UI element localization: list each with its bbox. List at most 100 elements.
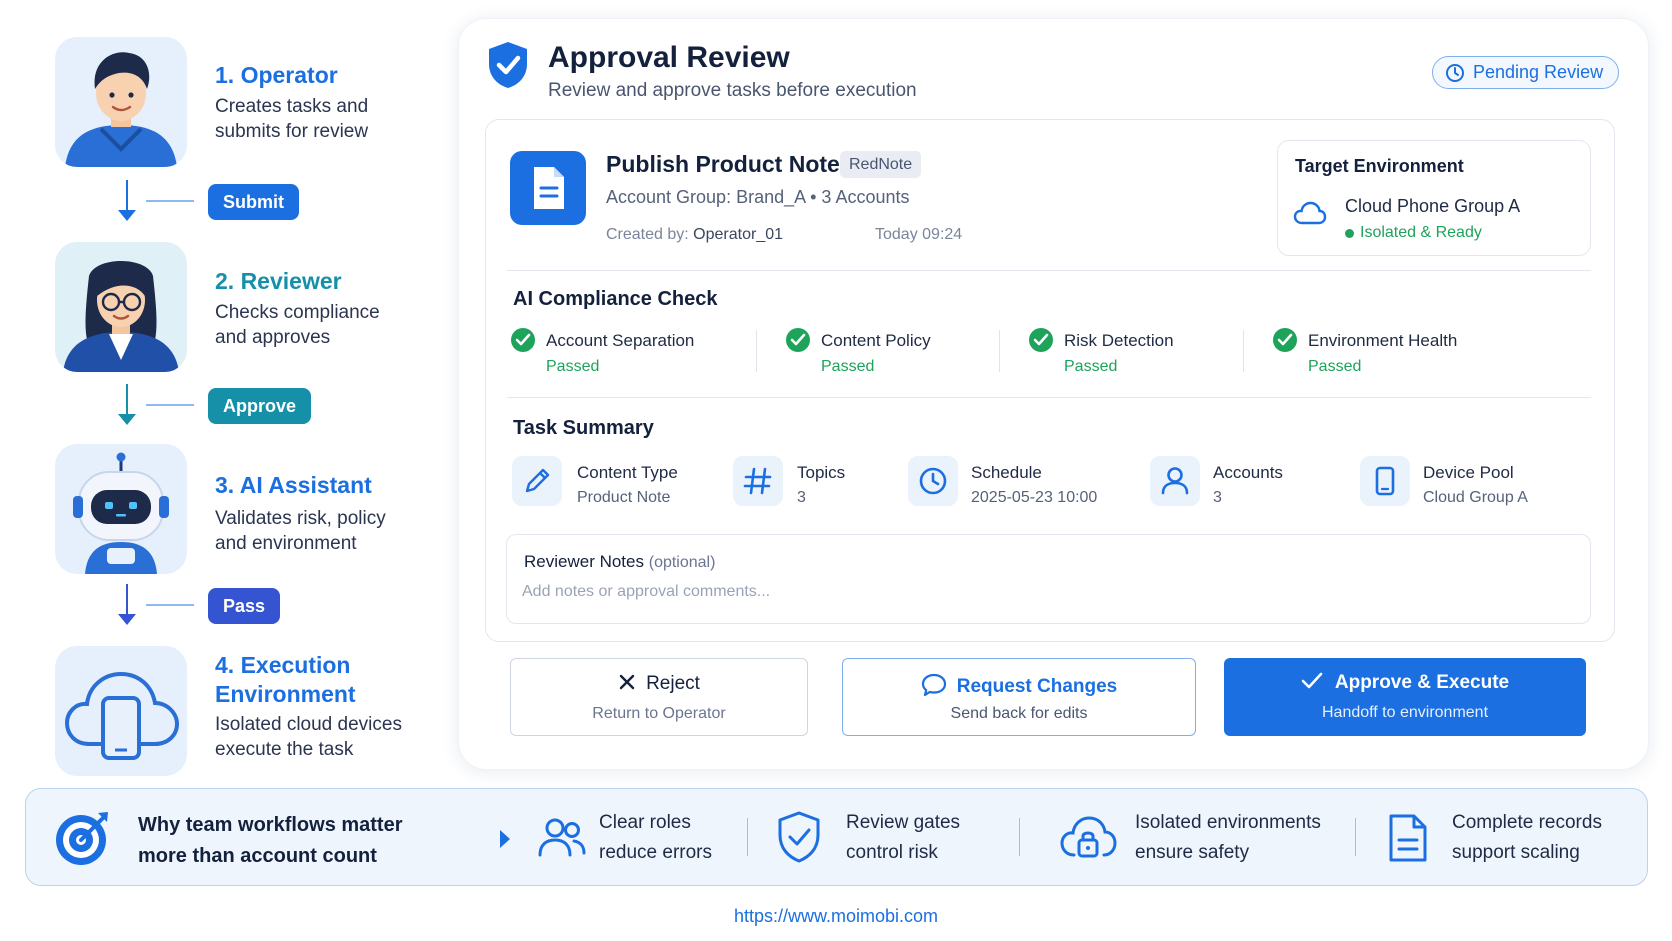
check-circle-icon <box>511 328 535 352</box>
check-risk-detection-status: Passed <box>1064 358 1118 375</box>
user-icon <box>1150 456 1200 506</box>
created-by-value: Operator_01 <box>693 226 784 243</box>
request-changes-button[interactable]: Request Changes Send back for edits <box>842 658 1196 736</box>
checkmark-icon <box>1301 672 1323 689</box>
summary-content-type-label: Content Type <box>577 463 678 482</box>
cloud-icon <box>1293 201 1327 225</box>
step-2-desc-line1: Checks compliance <box>215 302 380 323</box>
banner-title-line1: Why team workflows matter <box>138 814 403 836</box>
step-1-desc-line1: Creates tasks and <box>215 96 369 117</box>
divider <box>507 397 1591 398</box>
submit-pill: Submit <box>208 184 299 220</box>
chat-bubble-icon <box>921 673 946 697</box>
reviewer-notes-label-text: Reviewer Notes <box>524 552 644 571</box>
summary-content-type-value: Product Note <box>577 489 671 506</box>
check-environment-health-status: Passed <box>1308 358 1362 375</box>
summary-schedule-label: Schedule <box>971 463 1042 482</box>
divider <box>1355 818 1356 856</box>
divider <box>999 330 1000 372</box>
summary-accounts-value: 3 <box>1213 489 1222 506</box>
people-icon <box>538 818 586 857</box>
step-4-title-line1: 4. Execution <box>215 652 351 678</box>
compliance-heading: AI Compliance Check <box>513 288 718 310</box>
step-4-desc-line2: execute the task <box>215 739 354 760</box>
task-created: Created by: Operator_01 <box>606 226 783 244</box>
divider <box>1019 818 1020 856</box>
flow-arrow-2 <box>126 384 128 416</box>
pass-pill: Pass <box>208 588 281 624</box>
divider <box>747 818 748 856</box>
execution-environment-tile <box>55 646 187 776</box>
check-risk-detection: Risk Detection <box>1064 331 1174 350</box>
flow-arrow-1 <box>126 180 128 212</box>
banner-point-1-line2: reduce errors <box>599 842 712 863</box>
request-changes-button-subtext: Send back for edits <box>950 705 1088 722</box>
target-icon <box>56 812 108 865</box>
flow-connector <box>146 404 194 406</box>
created-label: Created by: <box>606 226 689 243</box>
banner-point-3-line2: ensure safety <box>1135 842 1250 863</box>
approve-execute-button-label: Approve & Execute <box>1224 672 1586 694</box>
reject-button-label: Reject <box>511 673 807 695</box>
banner-point-3-line1: Isolated environments <box>1135 812 1321 833</box>
shield-check-icon <box>489 42 527 88</box>
reviewer-avatar <box>55 242 187 372</box>
chevron-right-icon <box>500 830 510 848</box>
ai-assistant-avatar <box>55 444 187 574</box>
flow-connector <box>146 604 194 606</box>
banner-point-isolated-environments: Isolated environments ensure safety <box>1135 808 1321 868</box>
divider <box>507 270 1591 271</box>
reviewer-notes-input[interactable] <box>522 578 1572 606</box>
footer-website-link[interactable]: https://www.moimobi.com <box>0 906 1672 927</box>
approve-execute-button-subtext: Handoff to environment <box>1321 704 1489 721</box>
hash-icon <box>733 456 783 506</box>
arrow-down-icon <box>118 414 136 425</box>
step-2-title: 2. Reviewer <box>215 268 342 294</box>
cloud-lock-icon <box>1060 816 1117 858</box>
target-environment-heading: Target Environment <box>1295 156 1464 176</box>
summary-device-pool-label: Device Pool <box>1423 463 1514 482</box>
step-4-title: 4. Execution Environment <box>215 651 356 709</box>
flow-arrow-3 <box>126 584 128 616</box>
check-circle-icon <box>786 328 810 352</box>
arrow-down-icon <box>118 210 136 221</box>
step-2-desc-line2: and approves <box>215 327 331 348</box>
flow-connector <box>146 200 194 202</box>
summary-topics-value: 3 <box>797 489 806 506</box>
request-changes-label-text: Request Changes <box>956 676 1118 697</box>
check-content-policy: Content Policy <box>821 331 931 350</box>
divider <box>1243 330 1244 372</box>
approve-execute-label-text: Approve & Execute <box>1334 672 1510 693</box>
task-meta: Account Group: Brand_A • 3 Accounts <box>606 187 910 207</box>
check-account-separation: Account Separation <box>546 331 695 350</box>
banner-point-complete-records: Complete records support scaling <box>1452 808 1602 868</box>
reviewer-notes-optional: (optional) <box>648 554 716 571</box>
target-environment-status: Isolated & Ready <box>1345 224 1482 242</box>
step-4-title-line2: Environment <box>215 681 356 707</box>
reject-button[interactable]: Reject Return to Operator <box>510 658 808 736</box>
platform-tag: RedNote <box>840 151 922 178</box>
summary-topics-label: Topics <box>797 463 846 482</box>
clock-icon <box>1446 64 1464 82</box>
close-icon <box>619 674 635 690</box>
step-3-description: Validates risk, policy and environment <box>215 506 435 556</box>
approve-pill: Approve <box>208 388 312 424</box>
banner-point-2-line2: control risk <box>846 842 938 863</box>
request-changes-button-label: Request Changes <box>843 673 1195 698</box>
banner-title-line2: more than account count <box>138 845 377 867</box>
document-icon <box>1389 814 1427 862</box>
reviewer-notes-label: Reviewer Notes (optional) <box>524 552 715 572</box>
document-icon <box>510 151 586 225</box>
pencil-icon <box>512 456 562 506</box>
page-subtitle: Review and approve tasks before executio… <box>548 80 917 101</box>
step-4-description: Isolated cloud devices execute the task <box>215 712 435 762</box>
summary-accounts-label: Accounts <box>1213 463 1283 482</box>
reject-button-subtext: Return to Operator <box>592 705 726 722</box>
target-environment-name: Cloud Phone Group A <box>1345 196 1521 216</box>
step-1-desc-line2: submits for review <box>215 121 369 142</box>
banner-point-1-line1: Clear roles <box>599 812 691 833</box>
step-1-description: Creates tasks and submits for review <box>215 94 415 144</box>
approve-execute-button[interactable]: Approve & Execute Handoff to environment <box>1224 658 1586 736</box>
check-environment-health: Environment Health <box>1308 331 1458 350</box>
status-badge: Pending Review <box>1432 56 1619 89</box>
